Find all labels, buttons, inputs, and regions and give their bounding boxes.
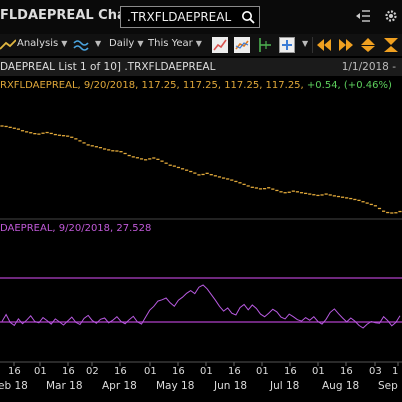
x-tick-month: May 18 (156, 380, 195, 392)
x-tick-month: Mar 18 (46, 380, 83, 392)
x-tick-day: 16 (8, 366, 21, 377)
x-tick-month: Aug 18 (322, 380, 360, 392)
price-series (0, 125, 402, 214)
x-tick-day: 16 (228, 366, 241, 377)
x-tick-day: 1 (392, 366, 399, 377)
x-tick-day: 01 (256, 366, 269, 377)
x-tick-day: 01 (34, 366, 47, 377)
x-tick-month: eb 18 (0, 380, 28, 392)
x-tick-day: 16 (62, 366, 75, 377)
x-tick-month: Apr 18 (102, 380, 137, 392)
x-tick-month: Jun 18 (214, 380, 248, 392)
x-tick-day: 01 (312, 366, 325, 377)
x-tick-day: 16 (340, 366, 353, 377)
x-tick-day: 16 (114, 366, 127, 377)
x-tick-day: 03 (369, 366, 382, 377)
x-tick-month: Jul 18 (270, 380, 300, 392)
price-chart[interactable] (0, 0, 402, 402)
x-tick-day: 02 (86, 366, 99, 377)
x-tick-day: 16 (172, 366, 185, 377)
x-tick-day: 01 (144, 366, 157, 377)
x-tick-day: 01 (200, 366, 213, 377)
x-tick-month: Sep (378, 380, 398, 392)
x-tick-day: 16 (284, 366, 297, 377)
